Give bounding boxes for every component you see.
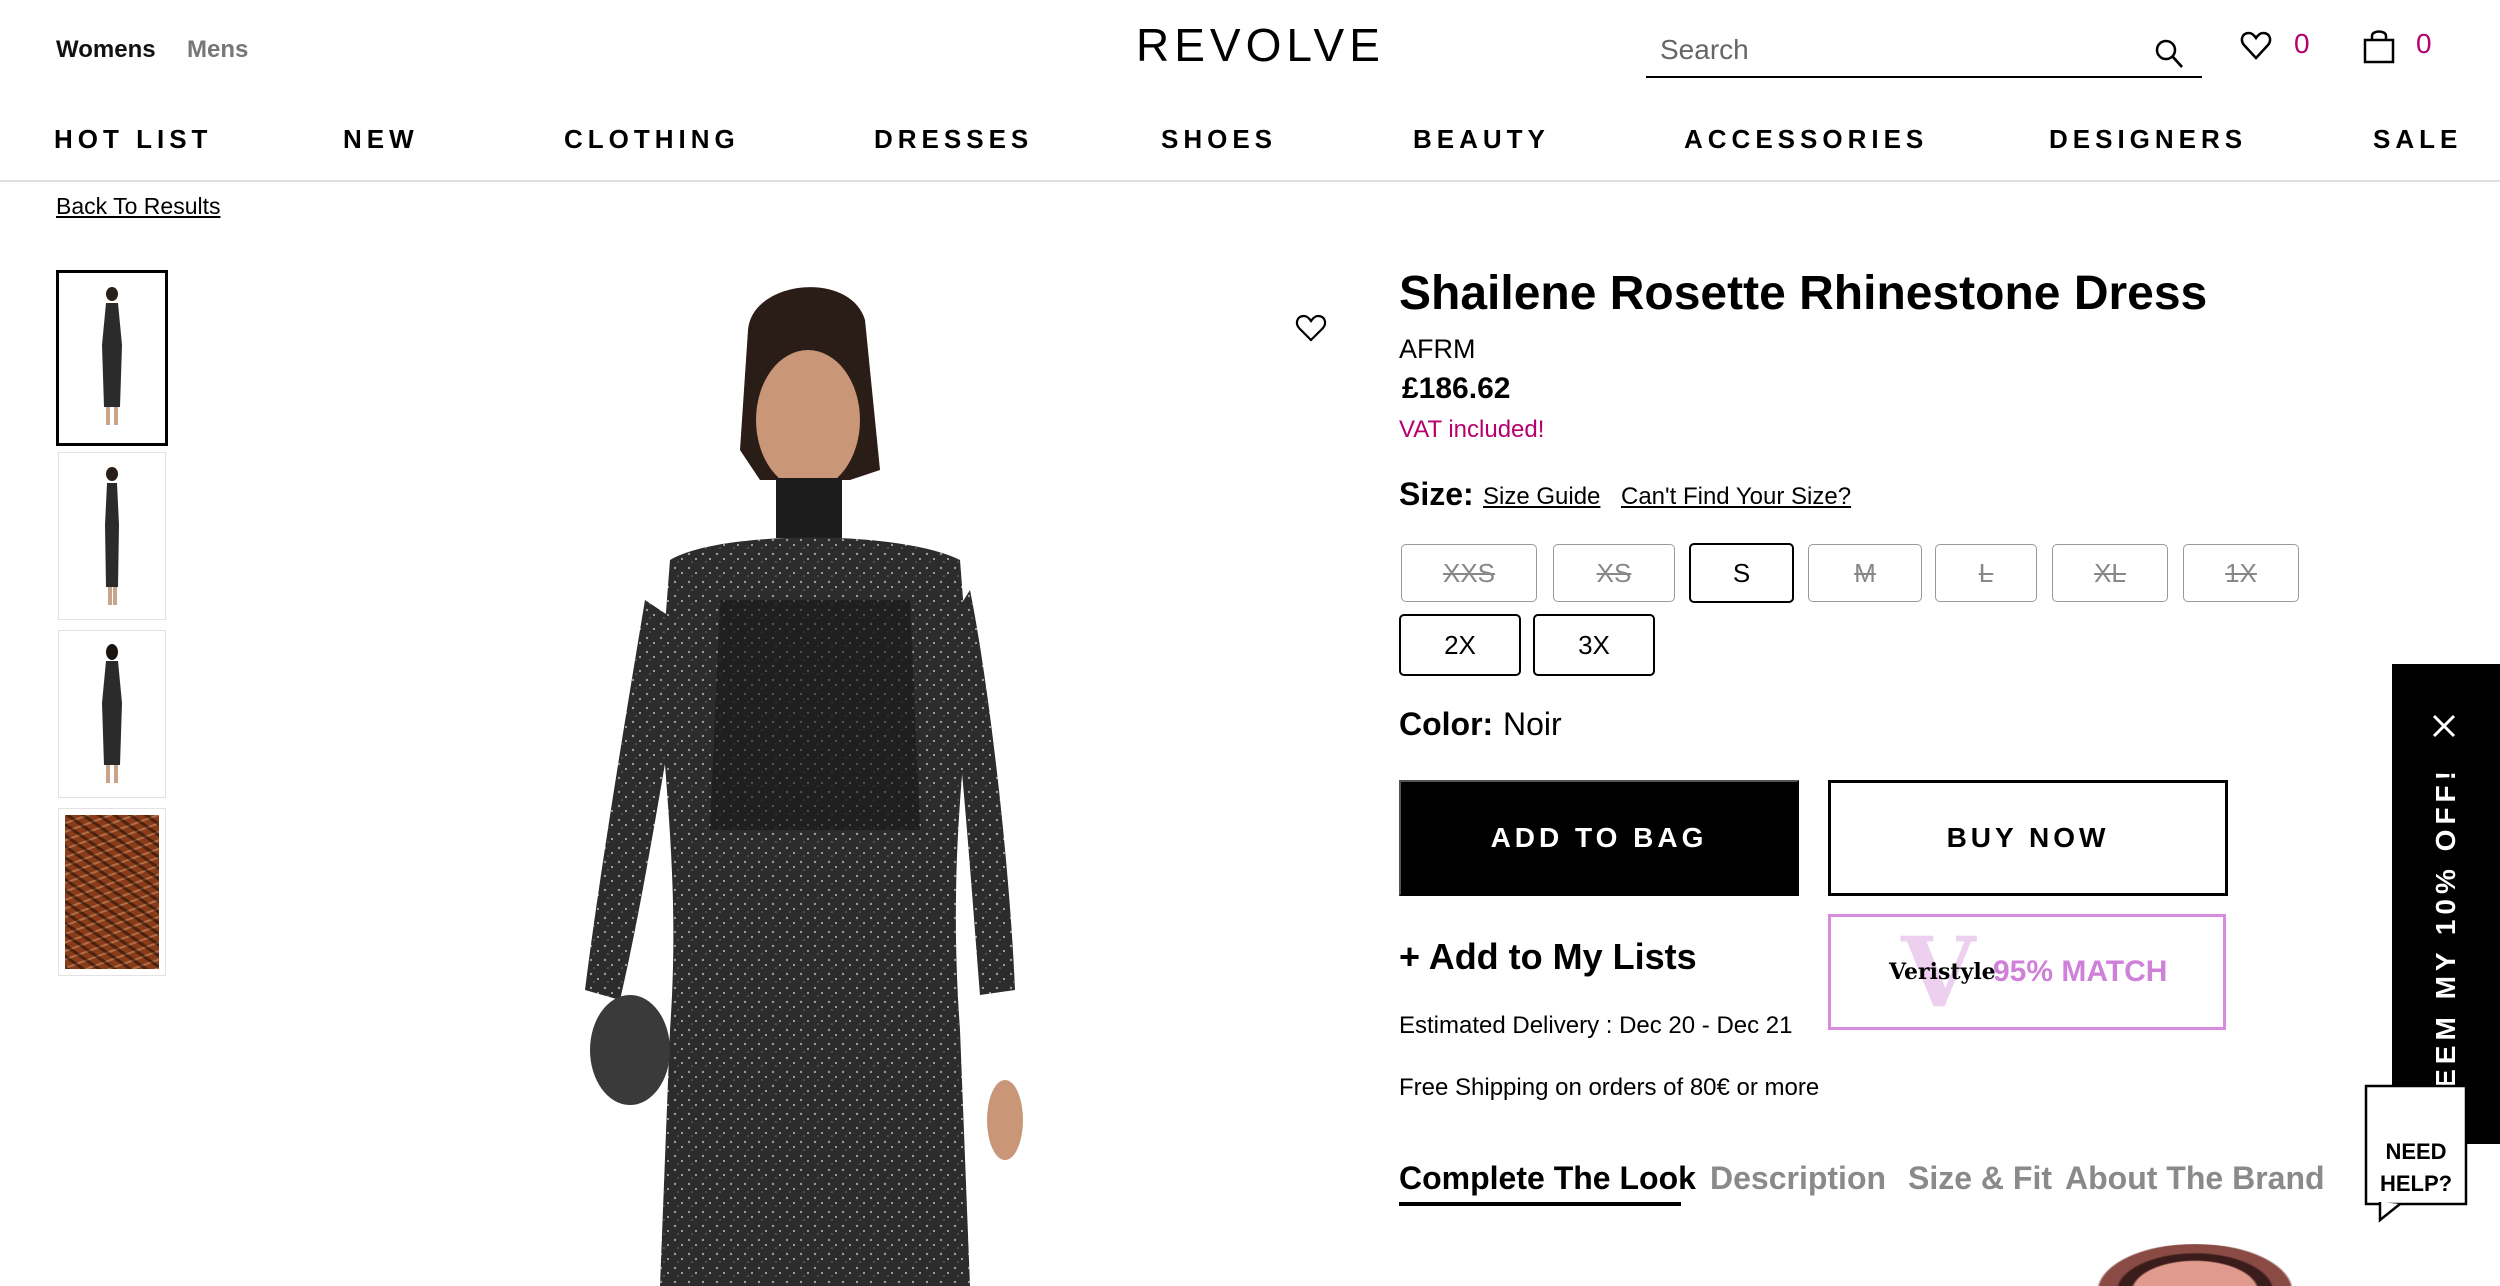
nav-hot-list[interactable]: HOT LIST [54, 124, 212, 155]
cant-find-size-link[interactable]: Can't Find Your Size? [1621, 483, 1851, 511]
add-to-my-lists-link[interactable]: + Add to My Lists [1399, 936, 1697, 978]
veristyle-brand: Veristyle [1889, 959, 1996, 985]
size-option-xl: XL [2052, 544, 2168, 602]
size-guide-link[interactable]: Size Guide [1483, 483, 1600, 511]
wishlist-count: 0 [2294, 28, 2310, 59]
nav-divider [0, 180, 2500, 182]
size-option-2x[interactable]: 2X [1399, 614, 1521, 676]
tab-size-and-fit[interactable]: Size & Fit [1908, 1160, 2052, 1197]
nav-clothing[interactable]: CLOTHING [564, 124, 740, 155]
main-nav: HOT LIST NEW CLOTHING DRESSES SHOES BEAU… [0, 124, 2500, 180]
main-product-image[interactable] [490, 270, 1150, 1286]
buy-now-button[interactable]: BUY NOW [1828, 780, 2228, 896]
add-to-bag-button[interactable]: ADD TO BAG [1399, 780, 1799, 896]
need-help-line2: HELP? [2379, 1171, 2453, 1196]
thumbnail-front[interactable] [56, 270, 168, 446]
tab-complete-the-look[interactable]: Complete The Look [1399, 1160, 1696, 1197]
thumbnail-fabric[interactable] [58, 808, 166, 976]
vat-note: VAT included! [1399, 416, 1545, 443]
size-option-m: M [1808, 544, 1922, 602]
nav-beauty[interactable]: BEAUTY [1413, 124, 1550, 155]
need-help-label: NEED HELP? [2364, 1136, 2468, 1200]
estimated-delivery: Estimated Delivery : Dec 20 - Dec 21 [1399, 1012, 1793, 1039]
nav-designers[interactable]: DESIGNERS [2049, 124, 2247, 155]
nav-shoes[interactable]: SHOES [1161, 124, 1277, 155]
save-to-wishlist-heart-icon[interactable] [1294, 312, 1328, 344]
wishlist-heart-icon[interactable] [2240, 30, 2272, 62]
fabric-detail-image [65, 815, 159, 969]
color-value: Noir [1503, 706, 1562, 742]
product-brand[interactable]: AFRM [1399, 334, 1476, 365]
model-thumbnail-image [102, 644, 122, 783]
womens-tab[interactable]: Womens [56, 36, 156, 64]
tab-description[interactable]: Description [1710, 1160, 1886, 1197]
size-option-s[interactable]: S [1689, 543, 1794, 603]
search-box [1646, 28, 2202, 78]
close-icon[interactable] [2430, 712, 2458, 740]
bag-count: 0 [2416, 28, 2432, 59]
size-label: Size: [1399, 476, 1474, 512]
mens-tab[interactable]: Mens [187, 36, 248, 64]
model-thumbnail-image [102, 287, 122, 425]
color-label: Color: [1399, 706, 1494, 742]
model-thumbnail-image [105, 467, 119, 605]
revolve-logo[interactable]: REVOLVE [1136, 18, 1385, 72]
header: Womens Mens REVOLVE 0 0 [0, 0, 2500, 100]
thumbnail-back[interactable] [58, 630, 166, 798]
nav-new[interactable]: NEW [343, 124, 419, 155]
product-price: £186.62 [1402, 372, 1511, 405]
veristyle-match-widget[interactable]: V Veristyle 95% MATCH [1828, 914, 2226, 1030]
shopping-bag-icon[interactable] [2362, 28, 2396, 64]
tab-about-the-brand[interactable]: About The Brand [2065, 1160, 2325, 1197]
need-help-line1: NEED [2385, 1139, 2447, 1164]
nav-dresses[interactable]: DRESSES [874, 124, 1033, 155]
nav-accessories[interactable]: ACCESSORIES [1684, 124, 1928, 155]
product-title: Shailene Rosette Rhinestone Dress [1399, 267, 2208, 320]
back-to-results-link[interactable]: Back To Results [56, 193, 220, 220]
size-option-xs: XS [1553, 544, 1675, 602]
veristyle-match-score: 95% MATCH [1993, 955, 2168, 988]
active-tab-underline [1399, 1202, 1681, 1206]
complete-the-look-product-image[interactable] [2098, 1244, 2292, 1286]
search-icon[interactable] [2154, 38, 2184, 70]
thumbnail-side[interactable] [58, 452, 166, 620]
size-option-1x: 1X [2183, 544, 2299, 602]
nav-sale[interactable]: SALE [2373, 124, 2462, 155]
redeem-discount-panel[interactable]: REDEEM MY 10% OFF! [2392, 664, 2500, 1162]
search-input[interactable] [1646, 28, 2126, 72]
size-option-3x[interactable]: 3X [1533, 614, 1655, 676]
size-option-l: L [1935, 544, 2037, 602]
need-help-chat-button[interactable]: NEED HELP? [2364, 1084, 2468, 1224]
free-shipping-note: Free Shipping on orders of 80€ or more [1399, 1074, 1820, 1101]
size-option-xxs: XXS [1401, 544, 1537, 602]
